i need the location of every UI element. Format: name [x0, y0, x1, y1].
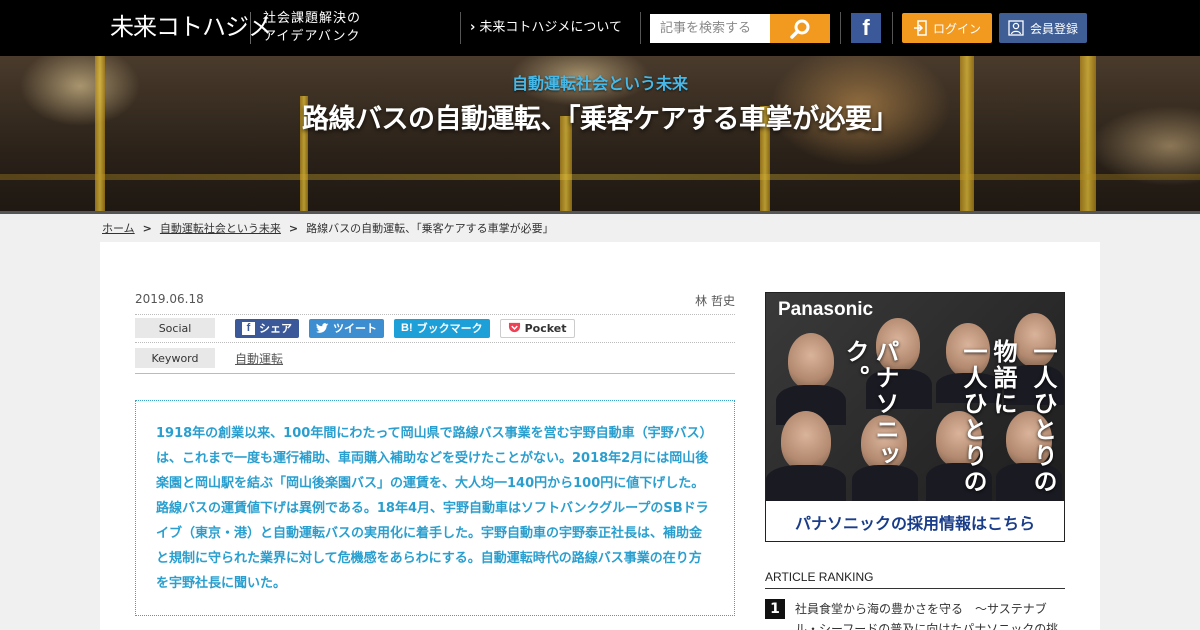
keyword-row: Keyword 自動運転 [135, 342, 735, 373]
person-photo [781, 411, 831, 471]
about-link[interactable]: › 未来コトハジメについて [470, 18, 622, 38]
ad-copy: パナソニック。 [841, 339, 899, 469]
breadcrumb-separator-icon: > [142, 222, 152, 235]
logo-divider [250, 12, 251, 44]
person-photo [766, 465, 846, 501]
ranking-item-title[interactable]: 社員食堂から海の豊かさを守る ～サステナブル・シーフードの普及に向けたパナソニッ… [795, 599, 1065, 630]
share-pocket-label: Pocket [524, 321, 567, 335]
login-label: ログイン [932, 21, 981, 36]
bus-rail-decoration [0, 174, 1200, 180]
breadcrumb-current: 路線バスの自動運転、「乗客ケアする車掌が必要」 [306, 222, 554, 235]
login-button[interactable]: ログイン [902, 13, 992, 43]
keyword-link[interactable]: 自動運転 [235, 350, 283, 367]
twitter-bird-icon [316, 322, 329, 333]
hero-category[interactable]: 自動運転社会という未来 [0, 74, 1200, 94]
about-link-label: 未来コトハジメについて [479, 20, 622, 35]
article-author: 林 哲史 [695, 294, 735, 308]
chevron-right-icon: › [470, 20, 476, 35]
site-logo[interactable]: 未来コトハジメ [110, 9, 272, 45]
user-icon [1008, 20, 1024, 36]
nav-separator [460, 12, 461, 44]
breadcrumb-home[interactable]: ホーム [102, 220, 135, 238]
site-tagline: 社会課題解決の アイデアバンク [263, 10, 361, 46]
search-input[interactable] [650, 14, 770, 43]
panasonic-logo: Panasonic [778, 299, 874, 320]
register-label: 会員登録 [1029, 21, 1078, 36]
hero-banner: 自動運転社会という未来 路線バスの自動運転、「乗客ケアする車掌が必要」 [0, 56, 1200, 214]
share-hatena-label: ブックマーク [416, 322, 483, 335]
nav-separator [640, 12, 641, 44]
tagline-line2: アイデアバンク [263, 29, 361, 44]
article-summary: 1918年の創業以来、100年間にわたって岡山県で路線バス事業を営む宇野自動車（… [135, 400, 735, 616]
ad-copy: 一人ひとりの [1029, 339, 1057, 495]
page-title: 路線バスの自動運転、「乗客ケアする車掌が必要」 [302, 104, 899, 135]
person-photo [788, 333, 834, 389]
share-twitter-button[interactable]: ツイート [309, 318, 384, 338]
social-label: Social [135, 318, 215, 338]
meta-divider [135, 373, 735, 374]
breadcrumb: ホーム > 自動運転社会という未来 > 路線バスの自動運転、「乗客ケアする車掌が… [102, 220, 554, 238]
search-button[interactable] [770, 14, 830, 43]
login-icon [913, 20, 927, 36]
register-button[interactable]: 会員登録 [999, 13, 1087, 43]
share-twitter-label: ツイート [333, 322, 377, 335]
tagline-line1: 社会課題解決の [263, 11, 362, 26]
nav-separator [840, 12, 841, 44]
ranking-number: 1 [765, 599, 785, 619]
share-facebook-label: シェア [259, 322, 292, 335]
facebook-icon: f [242, 321, 255, 335]
ranking-item[interactable]: 1 社員食堂から海の豊かさを守る ～サステナブル・シーフードの普及に向けたパナソ… [765, 599, 1065, 630]
social-row: Social f シェア ツイート B! ブックマーク Pocket [135, 314, 735, 341]
breadcrumb-separator-icon: > [288, 222, 299, 235]
hatena-icon: B! [401, 322, 413, 334]
breadcrumb-category[interactable]: 自動運転社会という未来 [160, 220, 281, 238]
panasonic-ad[interactable]: Panasonic 一人ひとりの 物語に 一人ひとりの パナソニック。 パナソニ… [765, 292, 1065, 542]
article-date: 2019.06.18 [135, 292, 204, 306]
site-header: 未来コトハジメ 社会課題解決の アイデアバンク ›未来コトハジメについて f ロ… [0, 0, 1200, 56]
ad-photo: Panasonic 一人ひとりの 物語に 一人ひとりの パナソニック。 [766, 293, 1064, 501]
facebook-button[interactable]: f [851, 13, 881, 43]
main-content: 2019.06.18 林 哲史 Social f シェア ツイート B! ブック… [100, 242, 1100, 630]
pocket-icon [508, 322, 520, 333]
search-icon [790, 19, 810, 39]
ad-cta[interactable]: パナソニックの採用情報はこちら [766, 503, 1064, 541]
share-pocket-button[interactable]: Pocket [499, 318, 575, 338]
hero-bottom-bar [0, 211, 1200, 214]
ad-copy: 物語に [989, 339, 1017, 417]
share-hatena-button[interactable]: B! ブックマーク [394, 318, 490, 338]
keyword-label: Keyword [135, 348, 215, 368]
ad-copy: 一人ひとりの [959, 339, 987, 495]
ranking-title: ARTICLE RANKING [765, 570, 1065, 589]
facebook-icon: f [862, 15, 870, 40]
share-facebook-button[interactable]: f シェア [235, 318, 299, 338]
nav-separator [892, 12, 893, 44]
